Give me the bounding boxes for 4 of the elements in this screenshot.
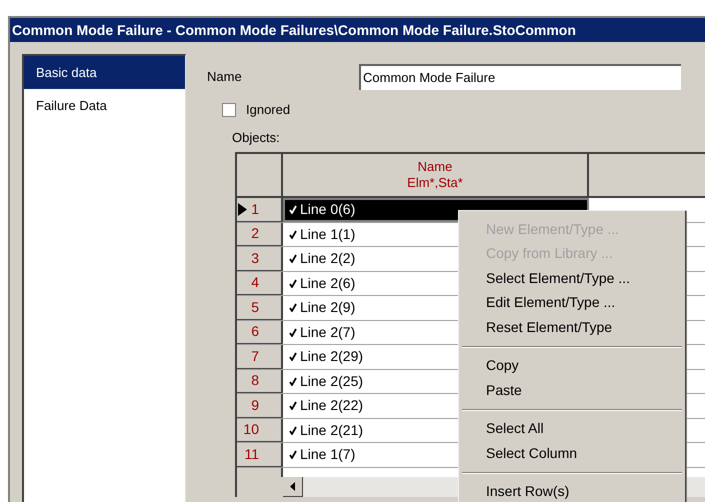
name-label: Name (207, 68, 243, 86)
objects-label: Objects: (232, 131, 281, 145)
ignored-label: Ignored (246, 101, 290, 120)
window-title: Common Mode Failure - Common Mode Failures\Common Mode Failure.StoCommon (12, 20, 576, 40)
